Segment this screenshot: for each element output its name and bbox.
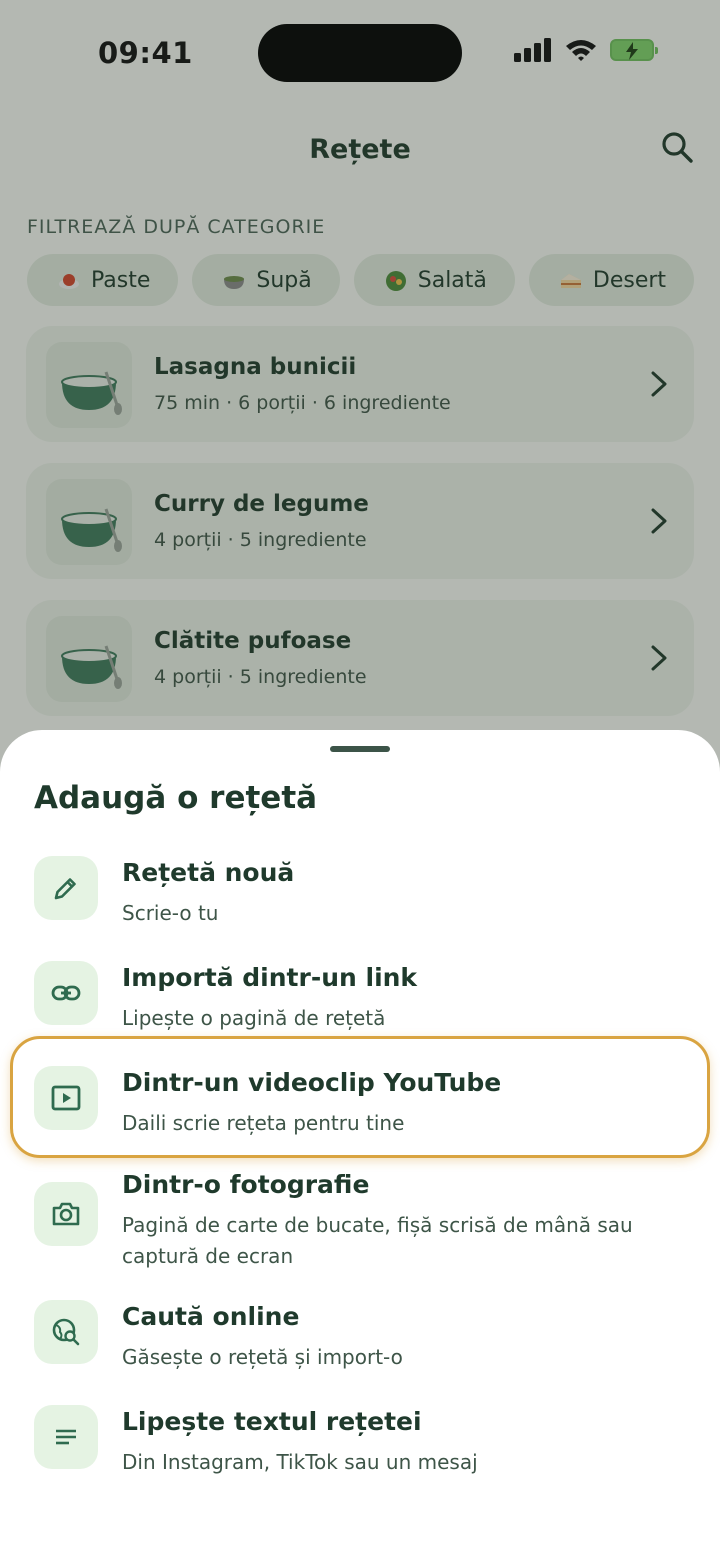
option-icon-box (34, 1182, 98, 1246)
option-label: Importă dintr-un link (122, 963, 418, 992)
pencil-icon (54, 878, 76, 900)
option-subtitle: Din Instagram, TikTok sau un mesaj (122, 1450, 478, 1474)
option-photo[interactable]: Dintr-o fotografie Pagină de carte de bu… (0, 1170, 720, 1292)
option-new-recipe[interactable]: Rețetă nouă Scrie-o tu (0, 856, 720, 946)
option-label: Lipește textul rețetei (122, 1407, 422, 1436)
option-icon-box (34, 856, 98, 920)
option-subtitle: Găsește o rețetă și import-o (122, 1345, 403, 1369)
option-subtitle: Scrie-o tu (122, 901, 219, 925)
option-subtitle: Lipește o pagină de rețetă (122, 1006, 386, 1030)
option-label: Rețetă nouă (122, 858, 295, 887)
highlight-ring (10, 1036, 710, 1158)
option-paste-text[interactable]: Lipește textul rețetei Din Instagram, Ti… (0, 1405, 720, 1495)
option-icon-box (34, 1300, 98, 1364)
option-label: Caută online (122, 1302, 300, 1331)
option-search-online[interactable]: Caută online Găsește o rețetă și import-… (0, 1300, 720, 1390)
link-icon (51, 985, 81, 1001)
option-icon-box (34, 1405, 98, 1469)
camera-icon (52, 1202, 80, 1226)
sheet-drag-handle[interactable] (330, 746, 390, 752)
option-icon-box (34, 961, 98, 1025)
option-subtitle: Pagină de carte de bucate, fișă scrisă d… (122, 1213, 633, 1268)
sheet-title: Adaugă o rețetă (34, 780, 318, 816)
text-lines-icon (56, 1429, 76, 1445)
option-label: Dintr-o fotografie (122, 1170, 370, 1199)
globe-search-icon (52, 1318, 80, 1346)
